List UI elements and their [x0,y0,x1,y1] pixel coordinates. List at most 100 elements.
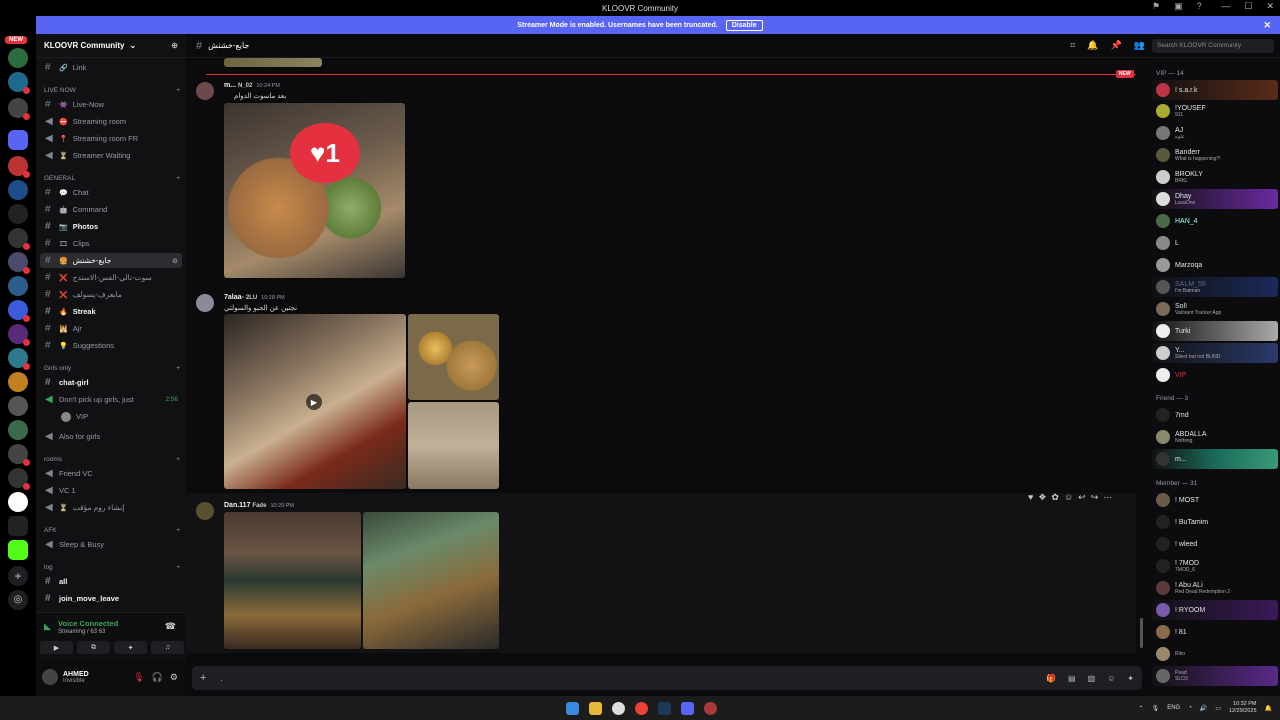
add-channel-icon[interactable]: + [176,456,180,463]
member-item[interactable]: ABDALLA Nothing. [1152,427,1278,447]
add-friend-icon[interactable]: ⊕ [171,41,178,50]
steam-icon[interactable] [658,701,671,715]
voice-channel-friend-vc[interactable]: ◀ Friend VC [40,466,182,481]
channel-streamer-waiting[interactable]: ◀ ⏳ Streamer Waiting [40,148,182,163]
apps-icon[interactable]: ✦ [1127,674,1134,683]
activities-button[interactable]: ✦ [114,641,147,654]
category-live-now[interactable]: LIVE NOW + [44,87,180,94]
forward-icon[interactable]: ↪ [1091,492,1099,503]
reply-icon[interactable]: ↩ [1078,492,1086,503]
clock[interactable]: 10:32 PM 12/29/2025 [1229,701,1257,715]
inbox-icon[interactable]: ⚑ [1152,1,1160,12]
camera-button[interactable]: ▶ [40,641,73,654]
add-channel-icon[interactable]: + [176,175,180,182]
disable-streamer-button[interactable]: Disable [725,19,763,31]
search-input[interactable]: Search KLOOVR Community [1152,39,1274,53]
member-item[interactable]: Banderr What is happening?! [1152,145,1278,165]
member-item[interactable]: ! s.a.r.k [1152,80,1278,100]
voice-channel-vc1[interactable]: ◀ VC 1 [40,483,182,498]
server-icon[interactable] [8,180,28,200]
screen-icon[interactable]: ▣ [1174,1,1183,12]
more-icon[interactable]: ⋯ [1103,492,1112,503]
app-icon[interactable] [704,701,717,715]
member-item[interactable]: ! MOST [1152,490,1278,510]
member-item[interactable]: ! 7MOD 7MOD_6 [1152,556,1278,576]
member-item[interactable]: VIP [1152,365,1278,385]
message-author[interactable]: Dan.117 Fade 10:29 PM [224,502,294,509]
add-channel-icon[interactable]: + [176,365,180,372]
category-log[interactable]: log + [44,564,180,571]
server-icon[interactable] [8,48,28,68]
message-composer[interactable]: + . 🎁 ▤ ▧ ☺ ✦ [192,666,1142,690]
server-icon[interactable] [8,420,28,440]
discover-icon[interactable]: ◎ [8,590,28,610]
discord-icon[interactable] [681,701,694,715]
member-item[interactable]: ! 81 [1152,622,1278,642]
members-icon[interactable]: 👥 [1134,40,1145,51]
server-icon[interactable] [8,372,28,392]
channel-live-now[interactable]: # 👾 Live-Now [40,97,182,112]
disconnect-icon[interactable]: ☎ [165,621,176,632]
image-attachment[interactable] [363,512,499,649]
obs-icon[interactable] [612,701,625,715]
channel-jaye-khashtash[interactable]: # 🍔 جايع-خشتش ⚙ [40,253,182,268]
member-item[interactable]: Dhay LuvaOne [1152,189,1278,209]
chrome-icon[interactable] [635,701,648,715]
member-item[interactable]: ! BuTamim [1152,512,1278,532]
image-attachment[interactable] [408,402,499,489]
file-explorer-icon[interactable] [589,701,602,715]
member-item[interactable]: ! wleed [1152,534,1278,554]
channel-ajr[interactable]: # 🕌 Ajr [40,321,182,336]
video-attachment[interactable]: ▶ [224,314,406,489]
image-attachment[interactable] [224,58,322,67]
avatar[interactable] [42,669,58,685]
battery-icon[interactable]: ▭ [1215,705,1221,712]
voice-channel-dont-pick-up[interactable]: ◀ Don't pick up girls, just 2:56 [40,392,182,407]
channel-streak[interactable]: # 🔥 Streak [40,304,182,319]
emoji-icon[interactable]: ☺ [1107,674,1115,683]
channel-join-move-leave[interactable]: # join_move_leave [40,591,182,606]
close-window-button[interactable]: ✕ [1266,1,1274,12]
voice-channel-create-temp[interactable]: ◀ ⏳ إنشاء روم مؤقت [40,500,182,515]
wifi-icon[interactable]: ◔ [1188,705,1192,711]
member-item[interactable]: Turki [1152,321,1278,341]
add-channel-icon[interactable]: + [176,527,180,534]
avatar[interactable] [196,294,214,312]
category-rooms[interactable]: rooms + [44,456,180,463]
channel-all[interactable]: # all [40,574,182,589]
voice-channel-sleep-busy[interactable]: ◀ Sleep & Busy [40,537,182,552]
server-icon[interactable] [8,348,30,370]
channel-command[interactable]: # 🤖 Command [40,202,182,217]
chevron-up-icon[interactable]: ⌃ [1139,705,1144,712]
member-item[interactable]: L [1152,233,1278,253]
server-icon[interactable] [8,204,28,224]
server-icon[interactable] [8,72,30,94]
server-icon[interactable] [8,98,30,120]
channel-suggestions[interactable]: # 💡 Suggestions [40,338,182,353]
play-icon[interactable]: ▶ [306,394,322,410]
mic-icon[interactable]: 🎙 [1152,705,1160,712]
member-item[interactable]: Y... Silent but not BLIND [1152,343,1278,363]
voice-user-vip[interactable]: VIP [56,409,182,424]
bell-icon[interactable]: 🔔 [1087,40,1098,51]
settings-icon[interactable]: ⚙ [172,257,182,265]
channel-clips[interactable]: # 🎞 Clips [40,236,182,251]
channel-streaming-room[interactable]: ◀ ⛔ Streaming room [40,114,182,129]
server-icon[interactable] [8,468,30,490]
image-attachment[interactable]: ♥1 [224,103,405,278]
message-author[interactable]: 7alaa- 2LU 10:28 PM [224,294,285,301]
category-girls-only[interactable]: Girls only + [44,365,180,372]
notification-icon[interactable]: 🔔 [1265,705,1272,712]
maximize-button[interactable]: ☐ [1244,1,1252,12]
server-icon[interactable] [8,492,28,512]
add-server-icon[interactable]: + [8,566,28,586]
soundboard-button[interactable]: ♫ [151,641,184,654]
help-icon[interactable]: ? [1197,1,1202,12]
start-icon[interactable] [566,701,579,715]
channel-streaming-room-fr[interactable]: ◀ 📍 Streaming room FR [40,131,182,146]
add-channel-icon[interactable]: + [176,87,180,94]
server-icon[interactable] [8,228,30,250]
add-reaction-icon[interactable]: ☺ [1064,492,1073,503]
member-item[interactable]: Sol! Valorant Tracker App [1152,299,1278,319]
member-item[interactable]: 7md [1152,405,1278,425]
